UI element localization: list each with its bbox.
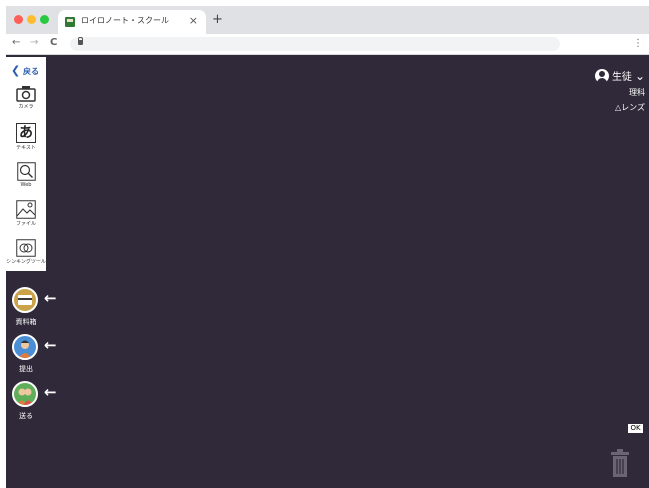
tab-title: ロイロノート・スクール xyxy=(81,16,169,25)
user-avatar-icon xyxy=(594,68,609,83)
send-button[interactable] xyxy=(12,381,38,407)
submit-person-icon xyxy=(19,340,31,358)
web-search-icon xyxy=(16,162,36,181)
lens-button[interactable]: △レンズ xyxy=(595,102,645,113)
address-bar: ← → C ⋮ xyxy=(6,34,649,55)
tool-label: テキスト xyxy=(16,145,36,151)
back-nav-button[interactable]: ← xyxy=(12,37,20,48)
chevron-left-icon: ❮ xyxy=(11,64,21,77)
tool-camera[interactable]: カメラ xyxy=(6,85,46,110)
side-button-label: 送る xyxy=(19,412,33,420)
minimize-window-dot[interactable] xyxy=(27,15,36,24)
lock-icon xyxy=(78,37,83,45)
side-button-label: 資料箱 xyxy=(15,318,37,326)
arrow-left-icon: ← xyxy=(44,383,57,401)
maximize-window-dot[interactable] xyxy=(40,15,49,24)
user-menu[interactable]: 生徒 ⌄ 理科 △レンズ xyxy=(594,68,645,113)
tool-label: ファイル xyxy=(15,221,36,227)
tool-text[interactable]: あ テキスト xyxy=(6,123,46,151)
back-button[interactable]: ❮ 戻る xyxy=(11,64,39,77)
browser-menu-button[interactable]: ⋮ xyxy=(633,38,643,49)
forward-nav-button[interactable]: → xyxy=(30,37,38,48)
new-tab-button[interactable]: + xyxy=(212,12,223,27)
document-box-button[interactable] xyxy=(12,287,38,313)
user-role: 生徒 xyxy=(611,72,632,83)
close-window-dot[interactable] xyxy=(14,15,23,24)
image-file-icon xyxy=(16,200,36,219)
favicon-icon xyxy=(65,17,75,27)
app-canvas[interactable]: ❮ 戻る カメラ あ テキスト Web ファイル シンキングツール ← 資料箱 … xyxy=(6,55,649,488)
tool-thinking[interactable]: シンキングツール xyxy=(6,239,46,265)
arrow-left-icon: ← xyxy=(44,336,57,354)
document-box-icon xyxy=(18,295,32,305)
tool-label: シンキングツール xyxy=(6,259,46,265)
tool-label: Web xyxy=(20,182,32,188)
toolbox-panel: ❮ 戻る カメラ あ テキスト Web ファイル シンキングツール xyxy=(6,57,46,271)
text-a-icon: あ xyxy=(16,123,36,143)
tab-bar: ロイロノート・スクール × + xyxy=(6,6,649,34)
browser-tab[interactable]: ロイロノート・スクール × xyxy=(58,10,206,34)
browser-window: ロイロノート・スクール × + ← → C ⋮ ❮ 戻る カメラ あ テキスト … xyxy=(6,6,649,488)
url-input[interactable] xyxy=(70,37,560,51)
tab-close-button[interactable]: × xyxy=(189,14,198,27)
thinking-tool-icon xyxy=(16,239,36,257)
side-button-label: 提出 xyxy=(19,365,33,373)
tool-file[interactable]: ファイル xyxy=(6,200,46,227)
subject-label[interactable]: 理科 xyxy=(595,87,645,98)
submit-button[interactable] xyxy=(12,334,38,360)
arrow-left-icon: ← xyxy=(44,289,57,307)
send-people-icon xyxy=(17,388,33,405)
camera-icon xyxy=(16,86,36,102)
ok-button[interactable]: OK xyxy=(628,424,643,433)
tool-web[interactable]: Web xyxy=(6,162,46,188)
chevron-down-icon: ⌄ xyxy=(634,68,645,83)
tool-label: カメラ xyxy=(18,104,34,110)
reload-button[interactable]: C xyxy=(50,37,57,48)
trash-icon[interactable] xyxy=(610,448,630,478)
